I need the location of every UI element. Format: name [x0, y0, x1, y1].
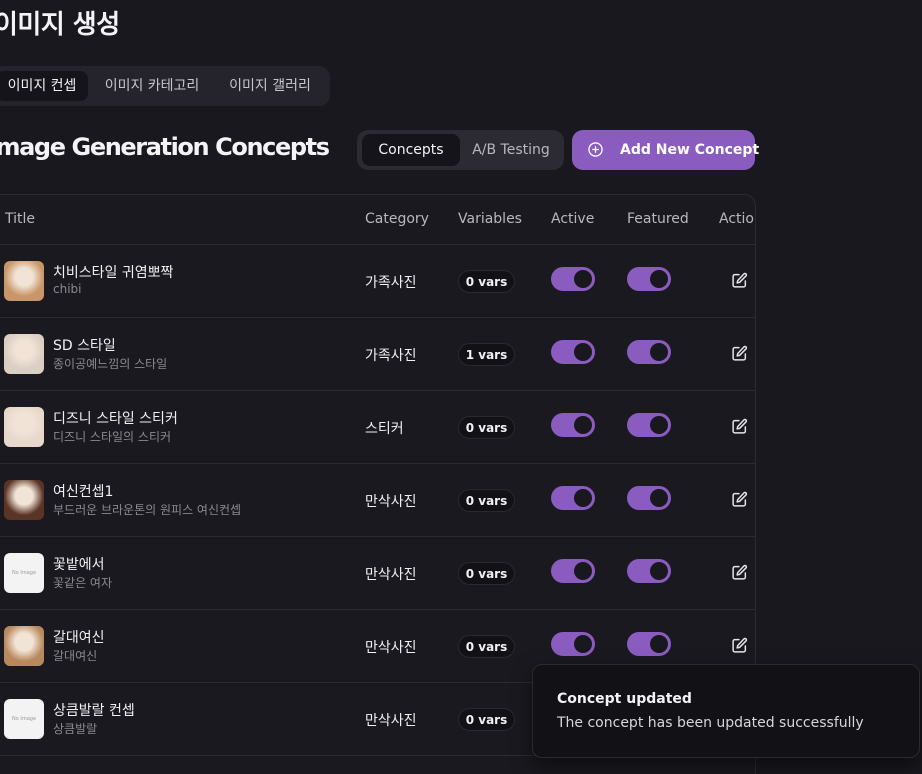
header-featured: Featured: [627, 211, 689, 227]
concept-category: 만삭사진: [365, 640, 417, 656]
concept-thumbnail: No Image: [4, 699, 44, 739]
featured-toggle[interactable]: [627, 267, 671, 291]
section-title: Image Generation Concepts: [0, 133, 330, 161]
concept-category: 만삭사진: [365, 494, 417, 510]
table-row[interactable]: 여신컨셉1 부드러운 브라운톤의 원피스 여신컨셉 만삭사진 0 vars: [0, 464, 755, 537]
concept-thumbnail: [4, 334, 44, 374]
featured-toggle[interactable]: [627, 340, 671, 364]
toast-notification: Concept updated The concept has been upd…: [532, 664, 920, 758]
header-active: Active: [551, 211, 595, 227]
concept-subtitle: 상큼발랄: [53, 722, 98, 736]
toggle-knob: [650, 416, 668, 434]
concepts-view-button[interactable]: Concepts: [362, 134, 460, 166]
header-actions: Actions: [719, 211, 755, 227]
view-toggle: Concepts A/B Testing: [357, 130, 564, 170]
header-category: Category: [365, 211, 429, 227]
variables-badge: 0 vars: [458, 708, 515, 731]
active-toggle[interactable]: [551, 267, 595, 291]
featured-toggle[interactable]: [627, 486, 671, 510]
variables-badge: 0 vars: [458, 489, 515, 512]
toggle-knob: [574, 343, 592, 361]
concept-subtitle: chibi: [53, 282, 82, 296]
toggle-knob: [574, 270, 592, 288]
variables-badge: 0 vars: [458, 416, 515, 439]
tab-image-concept[interactable]: 이미지 컨셉: [0, 71, 88, 101]
add-new-concept-button[interactable]: Add New Concept: [572, 130, 759, 170]
concept-subtitle: 종이공예느낌의 스타일: [53, 357, 168, 371]
variables-badge: 1 vars: [458, 343, 515, 366]
concept-subtitle: 부드러운 브라운톤의 원피스 여신컨셉: [53, 503, 242, 517]
concept-thumbnail: [4, 626, 44, 666]
featured-toggle[interactable]: [627, 559, 671, 583]
concept-title: 디즈니 스타일 스티커: [53, 411, 178, 427]
concept-title: 여신컨셉1: [53, 484, 114, 500]
no-image-placeholder: No Image: [4, 699, 44, 739]
toast-title: Concept updated: [557, 691, 692, 707]
page-title: 이미지 생성: [0, 10, 120, 40]
concept-title: 꽃밭에서: [53, 557, 105, 573]
concept-category: 가족사진: [365, 275, 417, 291]
variables-badge: 0 vars: [458, 270, 515, 293]
concept-title: 치비스타일 귀염뽀짝: [53, 265, 174, 281]
toggle-knob: [574, 416, 592, 434]
toggle-knob: [650, 562, 668, 580]
top-tabs: 이미지 컨셉 이미지 카테고리 이미지 갤러리: [0, 66, 330, 106]
header-title: Title: [5, 211, 36, 227]
toggle-knob: [574, 635, 592, 653]
concept-thumbnail: [4, 407, 44, 447]
table-row[interactable]: 치비스타일 귀염뽀짝 chibi 가족사진 0 vars: [0, 245, 755, 318]
active-toggle[interactable]: [551, 340, 595, 364]
edit-icon[interactable]: [731, 418, 748, 435]
concept-title: SD 스타일: [53, 338, 116, 354]
concept-title: 갈대여신: [53, 630, 105, 646]
variables-badge: 0 vars: [458, 635, 515, 658]
table-row[interactable]: 디즈니 스타일 스티커디즈니 스타일의 스티커 스티커 0 vars: [0, 391, 755, 464]
concept-thumbnail: [4, 480, 44, 520]
active-toggle[interactable]: [551, 632, 595, 656]
table-row[interactable]: SD 스타일종이공예느낌의 스타일 가족사진 1 vars: [0, 318, 755, 391]
toggle-knob: [650, 270, 668, 288]
toggle-knob: [574, 562, 592, 580]
header-variables: Variables: [458, 211, 522, 227]
tab-image-category[interactable]: 이미지 카테고리: [92, 71, 212, 101]
active-toggle[interactable]: [551, 413, 595, 437]
featured-toggle[interactable]: [627, 413, 671, 437]
plus-circle-icon: [588, 142, 603, 157]
toast-message: The concept has been updated successfull…: [557, 715, 864, 731]
active-toggle[interactable]: [551, 559, 595, 583]
concept-thumbnail: No Image: [4, 553, 44, 593]
concept-category: 만삭사진: [365, 713, 417, 729]
edit-icon[interactable]: [731, 491, 748, 508]
toggle-knob: [650, 343, 668, 361]
edit-icon[interactable]: [731, 564, 748, 581]
tab-image-gallery[interactable]: 이미지 갤러리: [218, 71, 322, 101]
concept-category: 스티커: [365, 421, 404, 437]
concept-title: 상큼발랄 컨셉: [53, 703, 135, 719]
edit-icon[interactable]: [731, 272, 748, 289]
concept-category: 만삭사진: [365, 567, 417, 583]
table-header: Title Category Variables Active Featured…: [0, 195, 755, 245]
toggle-knob: [574, 489, 592, 507]
add-new-concept-label: Add New Concept: [620, 142, 760, 158]
concept-subtitle: 갈대여신: [53, 649, 98, 663]
toggle-knob: [650, 635, 668, 653]
edit-icon[interactable]: [731, 345, 748, 362]
ab-testing-view-button[interactable]: A/B Testing: [463, 134, 559, 166]
edit-icon[interactable]: [731, 637, 748, 654]
table-row[interactable]: No Image 꽃밭에서꽃같은 여자 만삭사진 0 vars: [0, 537, 755, 610]
featured-toggle[interactable]: [627, 632, 671, 656]
concept-subtitle: 디즈니 스타일의 스티커: [53, 430, 172, 444]
variables-badge: 0 vars: [458, 562, 515, 585]
page: 이미지 생성 이미지 컨셉 이미지 카테고리 이미지 갤러리 Image Gen…: [0, 0, 922, 774]
concept-subtitle: 꽃같은 여자: [53, 576, 113, 590]
active-toggle[interactable]: [551, 486, 595, 510]
no-image-placeholder: No Image: [4, 553, 44, 593]
concept-thumbnail: [4, 261, 44, 301]
concept-category: 가족사진: [365, 348, 417, 364]
toggle-knob: [650, 489, 668, 507]
